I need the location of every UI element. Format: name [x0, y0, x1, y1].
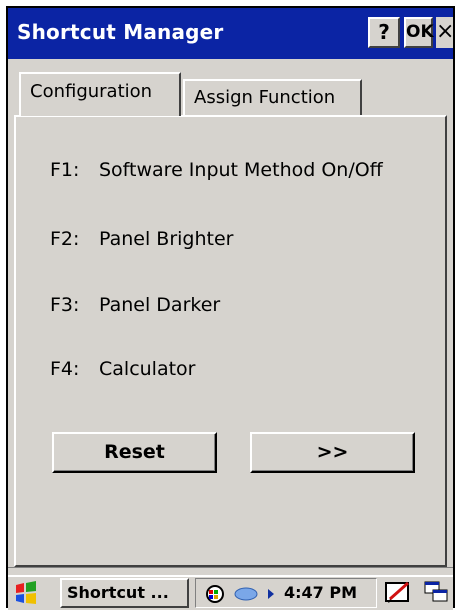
function-key: F1: — [50, 159, 80, 181]
configuration-panel: F1: Software Input Method On/Off F2: Panel… — [14, 115, 447, 567]
help-button[interactable]: ? — [368, 17, 400, 48]
title-bar: Shortcut Manager ? OK × — [8, 8, 455, 59]
close-icon: × — [436, 19, 455, 44]
list-item: F1: Software Input Method On/Off — [50, 159, 383, 181]
connection-icon[interactable] — [234, 584, 274, 604]
windows-start-icon[interactable] — [12, 579, 40, 607]
network-icon[interactable] — [204, 584, 226, 604]
function-key: F3: — [50, 294, 80, 316]
tab-configuration[interactable]: Configuration — [19, 72, 181, 116]
system-tray: 4:47 PM — [195, 578, 377, 608]
function-key: F2: — [50, 228, 80, 250]
tab-assign-function[interactable]: Assign Function — [183, 79, 362, 116]
function-key: F4: — [50, 358, 80, 380]
switch-window-icon[interactable] — [422, 579, 450, 605]
ok-button[interactable]: OK — [404, 17, 434, 48]
window-title: Shortcut Manager — [17, 20, 224, 44]
list-item: F2: Panel Brighter — [50, 228, 233, 250]
clock[interactable]: 4:47 PM — [284, 583, 357, 602]
taskbar-task-button[interactable]: Shortcut ... — [60, 578, 189, 608]
list-item: F4: Calculator — [50, 358, 195, 380]
list-item: F3: Panel Darker — [50, 294, 220, 316]
next-button[interactable]: >> — [250, 432, 415, 473]
function-action: Calculator — [99, 358, 196, 380]
taskbar: Shortcut ... 4:47 PM — [8, 575, 453, 610]
sip-keyboard-icon[interactable] — [384, 579, 412, 605]
function-action: Panel Brighter — [99, 228, 234, 250]
function-action: Panel Darker — [99, 294, 221, 316]
function-action: Software Input Method On/Off — [99, 159, 383, 181]
app-window: Shortcut Manager ? OK × Configuration As… — [6, 6, 455, 610]
reset-button[interactable]: Reset — [52, 432, 217, 473]
divider — [8, 567, 453, 568]
close-button[interactable]: × — [436, 17, 455, 48]
